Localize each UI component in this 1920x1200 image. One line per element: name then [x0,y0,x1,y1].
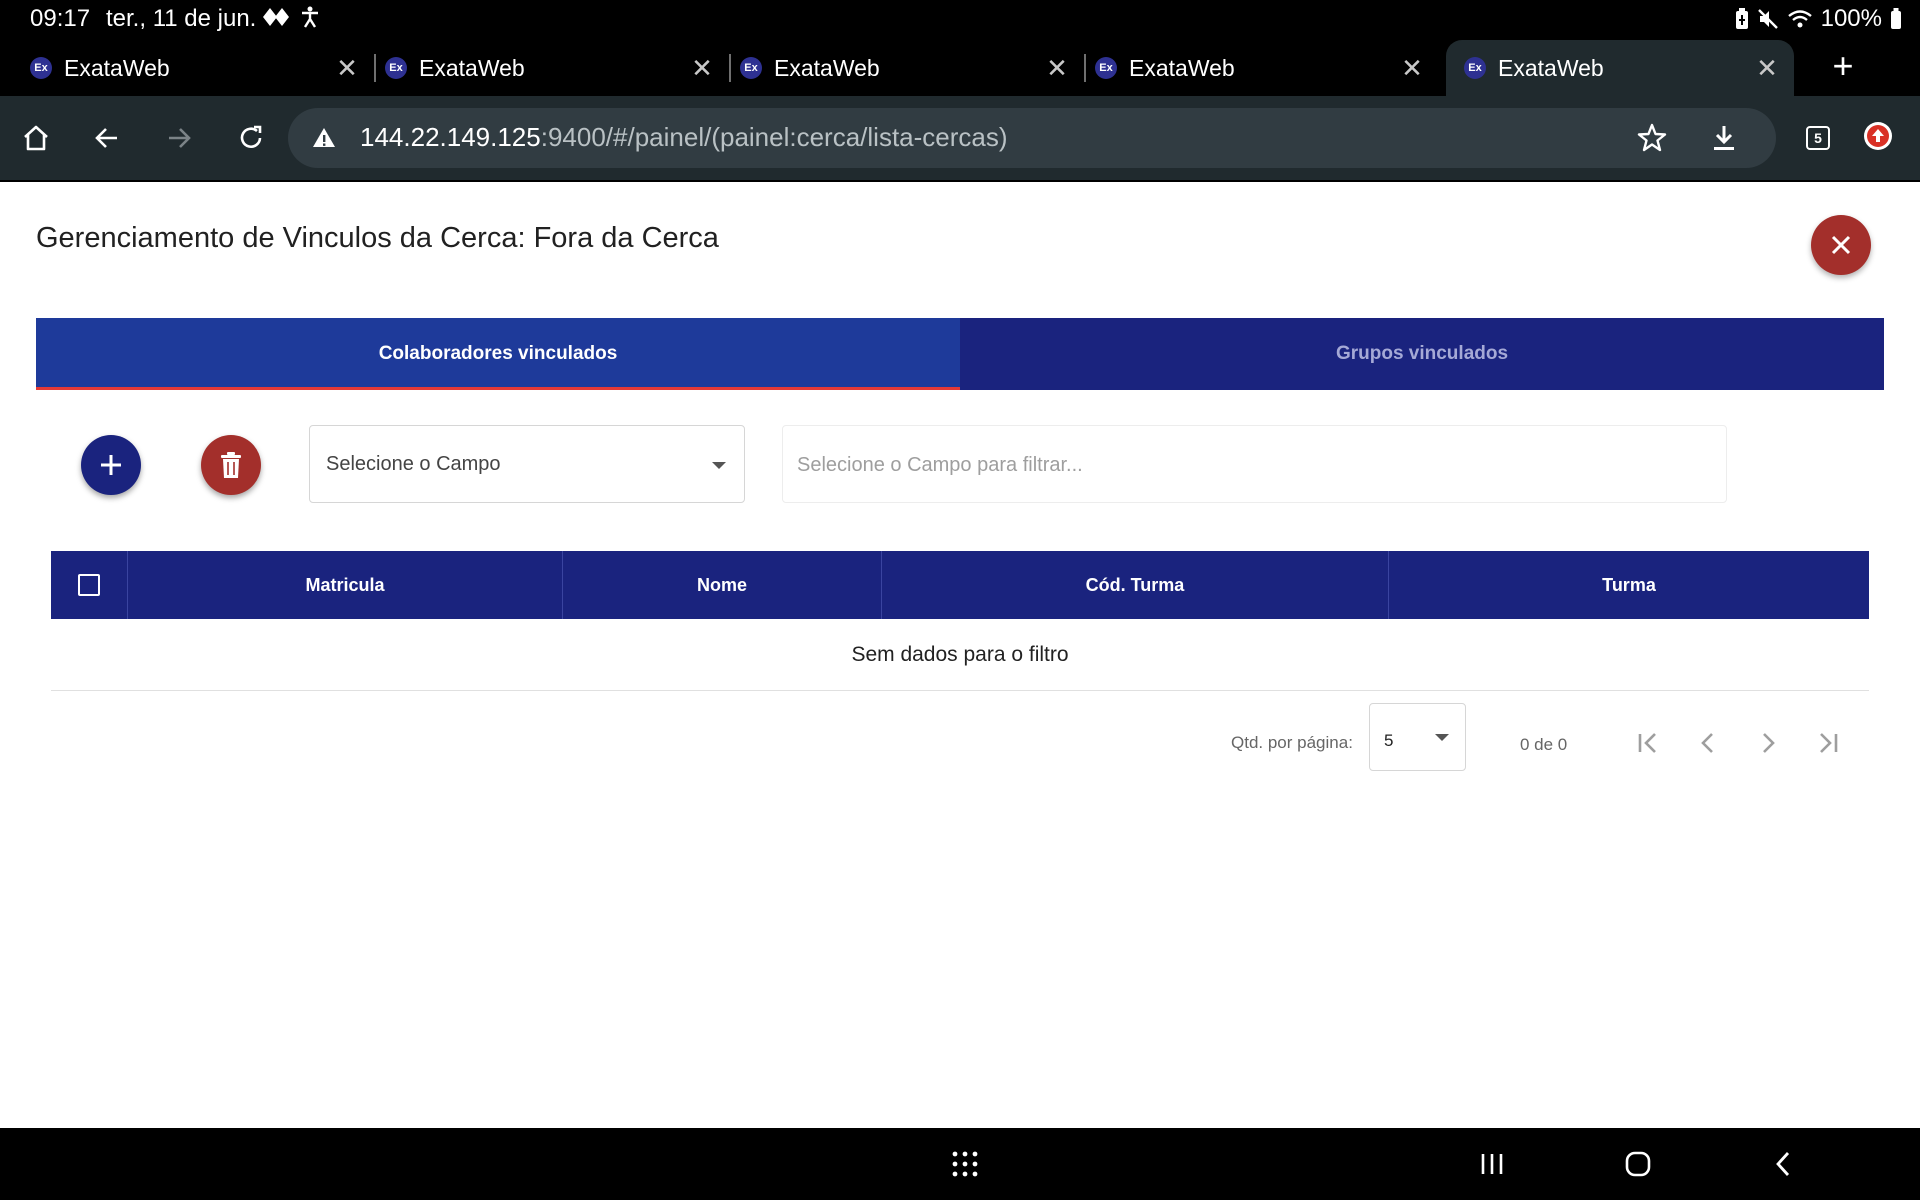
address-bar[interactable]: 144.22.149.125:9400/#/painel/(painel:cer… [288,108,1776,168]
dropdown-arrow-icon [1435,734,1449,741]
browser-tab[interactable]: Ex ExataWeb ✕ [0,40,376,96]
page-size-select[interactable]: 5 [1369,703,1466,771]
trash-icon [221,452,241,478]
favicon-icon: Ex [740,57,762,79]
browser-tab-active[interactable]: Ex ExataWeb ✕ [1446,40,1794,96]
battery-saver-icon [1735,8,1748,29]
tab-title: ExataWeb [774,54,880,81]
bookmark-star-icon[interactable] [1636,122,1668,154]
plus-icon [101,455,121,475]
column-header[interactable]: Cód. Turma [881,551,1388,619]
tab-title: ExataWeb [64,54,170,81]
app-drawer-icon[interactable] [945,1144,985,1184]
url-text[interactable]: 144.22.149.125:9400/#/painel/(painel:cer… [360,122,1008,153]
accessibility-icon [302,6,318,28]
tab-switcher-button[interactable]: 5 [1806,126,1830,150]
tab-colaboradores-vinculados[interactable]: Colaboradores vinculados [36,318,960,390]
forward-arrow-icon[interactable] [157,116,201,160]
browser-tab[interactable]: Ex ExataWeb ✕ [710,40,1086,96]
favicon-icon: Ex [1464,57,1486,79]
items-per-page-label: Qtd. por página: [1231,733,1353,752]
back-nav-icon[interactable] [1764,1144,1804,1184]
status-time: 09:17 [30,5,91,32]
filter-input[interactable] [797,448,1697,482]
mute-icon [1757,9,1778,29]
status-bar: 09:17 ter., 11 de jun. 100% [0,0,1920,36]
tab-title: ExataWeb [1498,54,1604,81]
diamond-icon [263,8,289,26]
browser-tab-strip: Ex ExataWeb ✕ Ex ExataWeb ✕ Ex ExataWeb … [0,36,1920,96]
column-header[interactable]: Matricula [127,551,562,619]
profile-update-icon[interactable] [1864,122,1892,150]
battery-icon [1891,8,1901,29]
field-select-value: Selecione o Campo [326,453,501,475]
page-title: Gerenciamento de Vinculos da Cerca: Fora… [36,222,719,254]
empty-table-message: Sem dados para o filtro [51,619,1869,691]
last-page-icon[interactable] [1808,723,1848,763]
tab-title: ExataWeb [1129,54,1235,81]
close-tab-icon[interactable]: ✕ [1752,53,1782,83]
previous-page-icon[interactable] [1688,723,1728,763]
favicon-icon: Ex [385,57,407,79]
reload-icon[interactable] [229,116,273,160]
not-secure-warning-icon[interactable] [310,124,338,152]
page-content: Gerenciamento de Vinculos da Cerca: Fora… [0,182,1920,1128]
system-navigation-bar [0,1128,1920,1200]
home-nav-icon[interactable] [1618,1144,1658,1184]
select-all-checkbox[interactable] [78,574,100,596]
delete-button[interactable] [201,435,261,495]
close-tab-icon[interactable]: ✕ [1397,53,1427,83]
close-icon [1831,235,1851,255]
paginator: Qtd. por página: 5 0 de 0 [0,703,1920,773]
url-path: :9400/#/painel/(painel:cerca/lista-cerca… [540,122,1008,152]
dropdown-arrow-icon [712,462,726,469]
download-icon[interactable] [1708,122,1740,154]
first-page-icon[interactable] [1628,723,1668,763]
tab-title: ExataWeb [419,54,525,81]
page-range-label: 0 de 0 [1520,735,1568,754]
browser-tab[interactable]: Ex ExataWeb ✕ [1065,40,1439,96]
table-header: Matricula Nome Cód. Turma Turma [51,551,1869,619]
field-select[interactable]: Selecione o Campo [309,425,745,503]
favicon-icon: Ex [1095,57,1117,79]
page-size-value: 5 [1384,731,1394,750]
filter-field[interactable] [782,425,1727,503]
browser-tab[interactable]: Ex ExataWeb ✕ [355,40,731,96]
status-date: ter., 11 de jun. [106,5,257,32]
wifi-icon [1787,10,1812,28]
back-arrow-icon[interactable] [85,116,129,160]
tab-bar: Colaboradores vinculados Grupos vinculad… [36,318,1884,390]
favicon-icon: Ex [30,57,52,79]
select-all-cell [51,551,127,619]
tab-grupos-vinculados[interactable]: Grupos vinculados [960,318,1884,390]
browser-toolbar: 144.22.149.125:9400/#/painel/(painel:cer… [0,96,1920,180]
recent-apps-icon[interactable] [1472,1144,1512,1184]
battery-percent: 100% [1820,5,1882,32]
data-table: Matricula Nome Cód. Turma Turma Sem dado… [51,551,1869,691]
add-button[interactable] [81,435,141,495]
close-dialog-button[interactable] [1811,215,1871,275]
next-page-icon[interactable] [1748,723,1788,763]
new-tab-icon[interactable]: + [1822,45,1864,86]
column-header[interactable]: Nome [562,551,881,619]
home-icon[interactable] [14,116,58,160]
url-host: 144.22.149.125 [360,122,541,152]
column-header[interactable]: Turma [1388,551,1869,619]
